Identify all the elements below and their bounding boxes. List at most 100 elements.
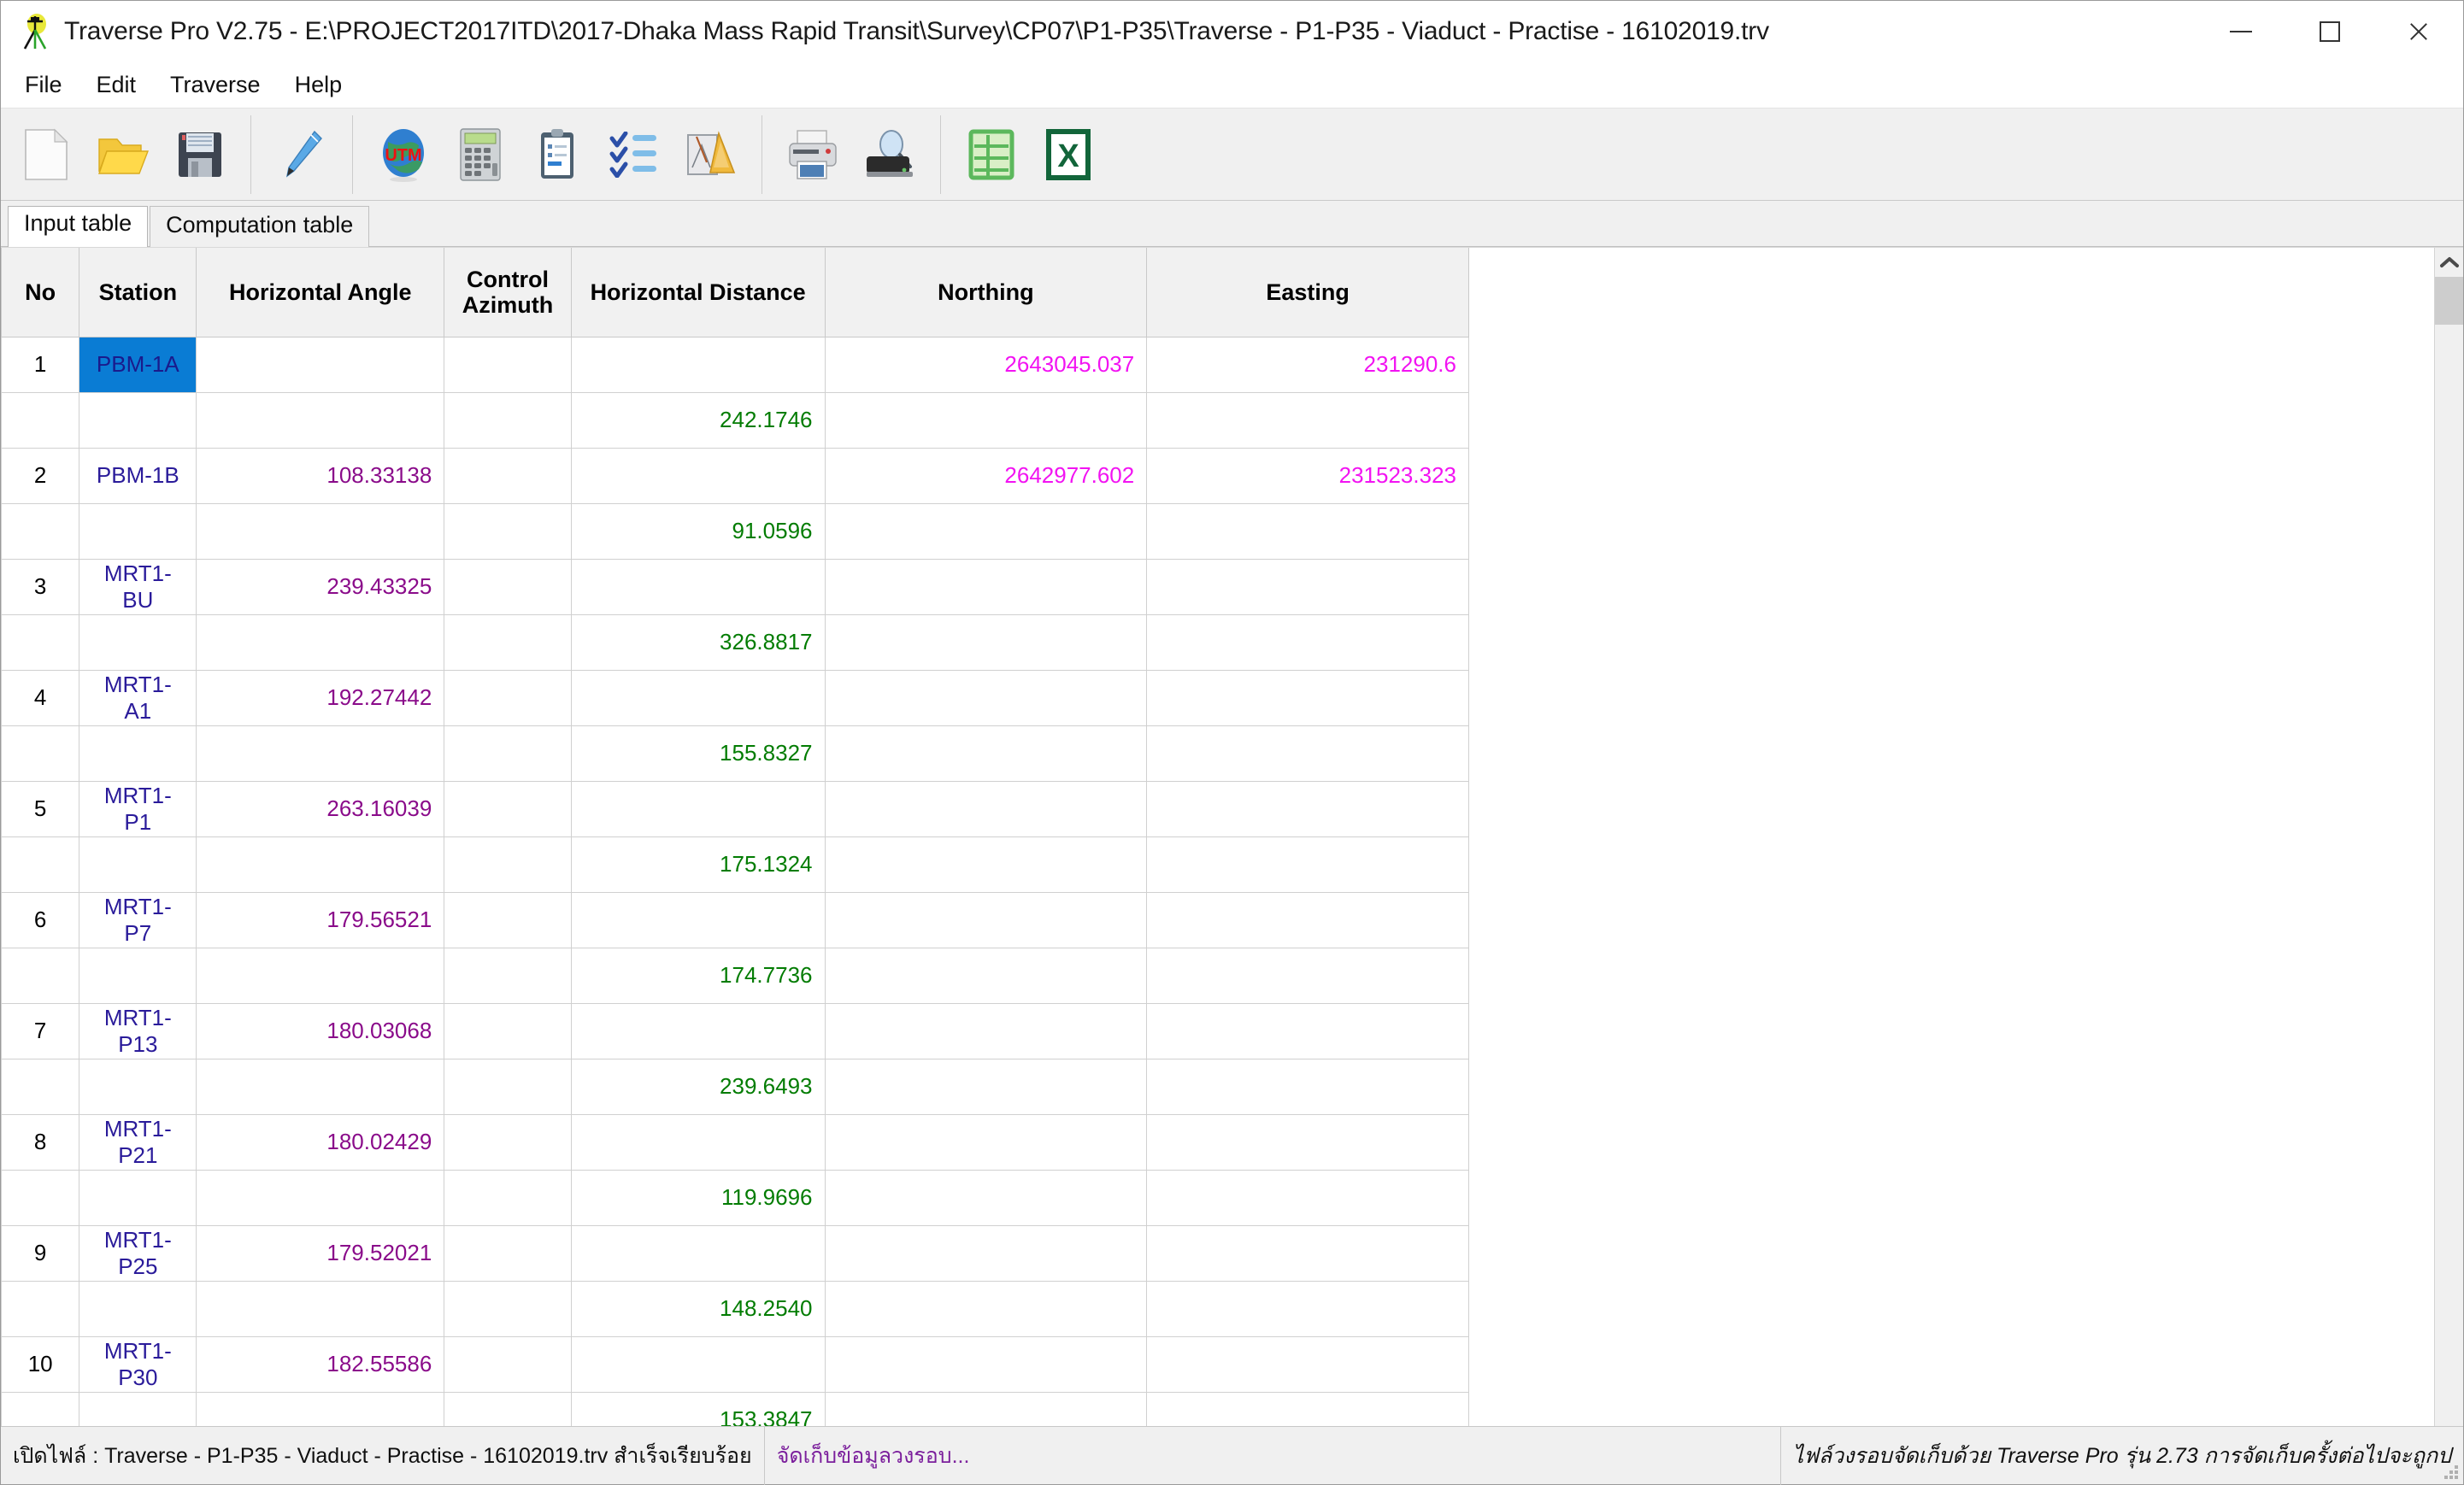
cell-control-azimuth[interactable] <box>444 1391 572 1426</box>
cell-easting[interactable] <box>1146 1224 1469 1282</box>
cell-control-azimuth[interactable] <box>444 947 572 1004</box>
cell-easting[interactable] <box>1146 1058 1469 1115</box>
cell-horizontal-angle[interactable]: 192.27442 <box>196 669 445 726</box>
cell-easting[interactable] <box>1146 1002 1469 1059</box>
cell-horizontal-distance[interactable] <box>570 669 826 726</box>
cell-horizontal-angle[interactable] <box>196 1169 445 1226</box>
table-row[interactable]: 239.6493 <box>1 1058 1469 1115</box>
cell-easting[interactable] <box>1146 1391 1469 1426</box>
table-row[interactable]: 91.0596 <box>1 502 1469 560</box>
cell-horizontal-distance[interactable]: 148.2540 <box>570 1280 826 1337</box>
cell-easting[interactable] <box>1146 780 1469 837</box>
cell-row-number[interactable]: 6 <box>1 891 80 948</box>
cell-station[interactable] <box>79 1280 197 1337</box>
column-header-station[interactable]: Station <box>79 248 197 338</box>
cell-horizontal-angle[interactable]: 179.52021 <box>196 1224 445 1282</box>
cell-horizontal-distance[interactable] <box>570 780 826 837</box>
cell-horizontal-distance[interactable] <box>570 558 826 615</box>
cell-row-number[interactable]: 4 <box>1 669 80 726</box>
table-row[interactable]: 2 PBM-1B 108.33138 2642977.602 231523.323 <box>1 447 1469 504</box>
clipboard-button[interactable] <box>524 121 591 188</box>
cell-horizontal-distance[interactable]: 153.3847 <box>570 1391 826 1426</box>
excel-export-button[interactable]: X <box>1035 121 1102 188</box>
minimize-button[interactable] <box>2196 1 2285 62</box>
cell-row-number[interactable] <box>1 613 80 671</box>
column-header-no[interactable]: No <box>1 248 80 338</box>
cell-northing[interactable] <box>824 1391 1148 1426</box>
cell-easting[interactable] <box>1146 1280 1469 1337</box>
cell-control-azimuth[interactable] <box>444 725 572 782</box>
cell-station[interactable]: MRT1-A1 <box>79 669 197 726</box>
table-row[interactable]: 148.2540 <box>1 1280 1469 1337</box>
cell-station[interactable]: MRT1-P25 <box>79 1224 197 1282</box>
scrollbar-thumb[interactable] <box>2434 277 2463 325</box>
cell-horizontal-angle[interactable]: 239.43325 <box>196 558 445 615</box>
column-header-control-azimuth[interactable]: Control Azimuth <box>444 248 572 338</box>
status-link[interactable]: จัดเก็บข้อมูลวงรอบ... <box>763 1426 982 1485</box>
table-row[interactable]: 7 MRT1-P13 180.03068 <box>1 1002 1469 1059</box>
cell-station[interactable]: MRT1-P30 <box>79 1335 197 1393</box>
cell-station[interactable] <box>79 1169 197 1226</box>
cell-row-number[interactable] <box>1 391 80 449</box>
cell-station[interactable]: MRT1-P1 <box>79 780 197 837</box>
cell-row-number[interactable] <box>1 502 80 560</box>
table-row[interactable]: 1 PBM-1A 2643045.037 231290.6 <box>1 336 1469 393</box>
cell-northing[interactable] <box>824 725 1148 782</box>
cell-row-number[interactable] <box>1 1391 80 1426</box>
cell-northing[interactable] <box>824 1280 1148 1337</box>
print-button[interactable] <box>779 121 846 188</box>
table-row[interactable]: 175.1324 <box>1 836 1469 893</box>
cell-northing[interactable] <box>824 891 1148 948</box>
cell-station[interactable] <box>79 502 197 560</box>
cell-northing[interactable] <box>824 391 1148 449</box>
cell-easting[interactable] <box>1146 669 1469 726</box>
cell-horizontal-angle[interactable] <box>196 947 445 1004</box>
cell-control-azimuth[interactable] <box>444 1280 572 1337</box>
table-row[interactable]: 4 MRT1-A1 192.27442 <box>1 669 1469 726</box>
cell-easting[interactable] <box>1146 1335 1469 1393</box>
table-export-button[interactable] <box>958 121 1025 188</box>
cell-row-number[interactable]: 5 <box>1 780 80 837</box>
maximize-button[interactable] <box>2285 1 2374 62</box>
cell-horizontal-distance[interactable] <box>570 336 826 393</box>
tab-input-table[interactable]: Input table <box>8 206 149 247</box>
tab-computation-table[interactable]: Computation table <box>150 206 370 247</box>
cell-station[interactable]: MRT1-P7 <box>79 891 197 948</box>
cell-horizontal-distance[interactable] <box>570 1113 826 1171</box>
table-row[interactable]: 153.3847 <box>1 1391 1469 1426</box>
print-preview-button[interactable] <box>856 121 923 188</box>
open-file-button[interactable] <box>90 121 156 188</box>
cell-horizontal-distance[interactable]: 242.1746 <box>570 391 826 449</box>
table-row[interactable]: 5 MRT1-P1 263.16039 <box>1 780 1469 837</box>
cell-easting[interactable] <box>1146 725 1469 782</box>
cell-control-azimuth[interactable] <box>444 669 572 726</box>
cell-easting[interactable] <box>1146 947 1469 1004</box>
cell-row-number[interactable]: 1 <box>1 336 80 393</box>
cell-row-number[interactable]: 7 <box>1 1002 80 1059</box>
cell-horizontal-distance[interactable]: 239.6493 <box>570 1058 826 1115</box>
new-file-button[interactable] <box>13 121 79 188</box>
cell-northing[interactable] <box>824 1224 1148 1282</box>
cell-horizontal-distance[interactable]: 91.0596 <box>570 502 826 560</box>
cell-easting[interactable] <box>1146 836 1469 893</box>
cell-easting[interactable]: 231290.6 <box>1146 336 1469 393</box>
close-button[interactable] <box>2374 1 2463 62</box>
table-row[interactable]: 10 MRT1-P30 182.55586 <box>1 1335 1469 1393</box>
resize-grip[interactable] <box>2444 1465 2460 1481</box>
cell-horizontal-distance[interactable]: 175.1324 <box>570 836 826 893</box>
cell-northing[interactable] <box>824 1058 1148 1115</box>
cell-northing[interactable] <box>824 613 1148 671</box>
calculator-button[interactable] <box>447 121 514 188</box>
cell-horizontal-angle[interactable]: 182.55586 <box>196 1335 445 1393</box>
cell-control-azimuth[interactable] <box>444 1002 572 1059</box>
cell-northing[interactable]: 2643045.037 <box>824 336 1148 393</box>
column-header-horizontal-distance[interactable]: Horizontal Distance <box>570 248 826 338</box>
cell-horizontal-distance[interactable] <box>570 447 826 504</box>
cell-horizontal-angle[interactable]: 179.56521 <box>196 891 445 948</box>
cell-horizontal-angle[interactable] <box>196 391 445 449</box>
cell-horizontal-distance[interactable]: 326.8817 <box>570 613 826 671</box>
cell-easting[interactable]: 231523.323 <box>1146 447 1469 504</box>
cell-station[interactable]: PBM-1B <box>79 447 197 504</box>
cell-easting[interactable] <box>1146 613 1469 671</box>
table-row[interactable]: 8 MRT1-P21 180.02429 <box>1 1113 1469 1171</box>
